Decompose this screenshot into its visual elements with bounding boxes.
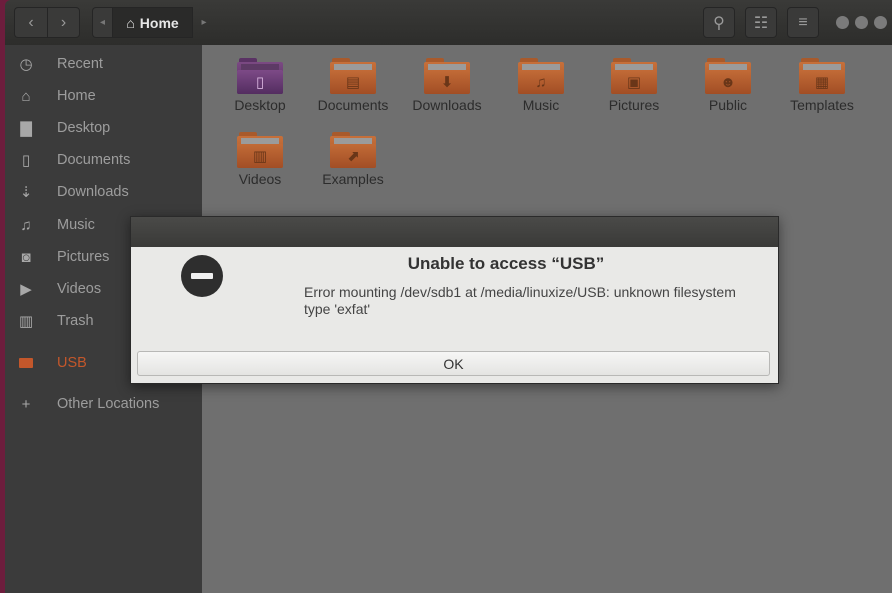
folder-documents[interactable]: ▤ Documents (306, 58, 400, 113)
folder-music[interactable]: ♫ Music (494, 58, 588, 113)
sidebar-item-home[interactable]: ⌂ Home (5, 81, 202, 111)
folder-videos[interactable]: ▥ Videos (213, 132, 307, 187)
close-button[interactable] (874, 16, 887, 29)
sidebar-item-label: USB (57, 355, 87, 371)
back-button[interactable]: ‹ (14, 7, 47, 38)
maximize-button[interactable] (855, 16, 868, 29)
file-label: Templates (790, 97, 854, 113)
folder-downloads[interactable]: ⬇ Downloads (400, 58, 494, 113)
file-label: Desktop (234, 97, 286, 113)
chevron-left-icon: ‹ (28, 13, 34, 31)
folder-icon: ▯ (237, 58, 283, 94)
view-options-button[interactable]: ☷ (745, 7, 777, 38)
drive-icon (16, 355, 36, 372)
folder-pictures[interactable]: ▣ Pictures (587, 58, 681, 113)
menu-button[interactable]: ≡ (787, 7, 819, 38)
folder-icon: ☻ (705, 58, 751, 94)
sidebar-item-label: Pictures (57, 249, 110, 265)
file-label: Music (522, 97, 560, 113)
path-scroll-right-button[interactable]: ▸ (195, 7, 213, 38)
file-label: Public (708, 97, 748, 113)
file-label: Pictures (608, 97, 660, 113)
sidebar-item-desktop[interactable]: ▇ Desktop (5, 113, 202, 143)
file-label: Videos (238, 171, 282, 187)
download-icon: ⇣ (19, 184, 33, 201)
sidebar-item-label: Videos (57, 281, 102, 297)
clock-icon: ◷ (19, 56, 33, 73)
path-home-button[interactable]: ⌂ Home (112, 7, 193, 38)
sidebar-item-label: Music (57, 217, 95, 233)
folder-icon: ▇ (20, 120, 32, 137)
file-label: Downloads (412, 97, 482, 113)
ok-button[interactable]: OK (137, 351, 770, 376)
music-icon: ♫ (20, 216, 32, 234)
path-scroll-left-button[interactable]: ◂ (92, 7, 112, 38)
folder-icon: ▤ (330, 58, 376, 94)
arrow-right-icon: ▸ (201, 17, 207, 28)
search-icon: ⚲ (713, 14, 725, 32)
document-icon: ▯ (21, 152, 31, 169)
sidebar-item-label: Trash (57, 313, 94, 329)
chevron-right-icon: › (60, 13, 67, 31)
home-icon: ⌂ (21, 87, 31, 105)
folder-icon: ▦ (799, 58, 845, 94)
video-icon: ▶ (20, 281, 32, 298)
sidebar-item-label: Documents (57, 152, 131, 168)
folder-templates[interactable]: ▦ Templates (775, 58, 869, 113)
list-view-icon: ☷ (753, 14, 769, 32)
file-label: Examples (322, 171, 384, 187)
search-button[interactable]: ⚲ (703, 7, 735, 38)
folder-desktop[interactable]: ▯ Desktop (213, 58, 307, 113)
path-home-label: Home (139, 14, 179, 31)
dialog-title: Unable to access “USB” (407, 254, 605, 273)
sidebar-item-recent[interactable]: ◷ Recent (5, 49, 202, 79)
error-dialog: Unable to access “USB” Error mounting /d… (130, 216, 779, 384)
sidebar-item-label: Other Locations (57, 396, 160, 412)
trash-icon: ▥ (18, 313, 34, 330)
folder-examples[interactable]: ⬈ Examples (306, 132, 400, 187)
sidebar-item-downloads[interactable]: ⇣ Downloads (5, 177, 202, 207)
sidebar-item-label: Home (57, 88, 96, 104)
folder-icon: ⬇ (424, 58, 470, 94)
error-icon (181, 255, 223, 297)
home-icon: ⌂ (126, 14, 135, 31)
folder-icon: ▥ (237, 132, 283, 168)
camera-icon: ◙ (21, 248, 31, 266)
sidebar-item-label: Downloads (57, 184, 129, 200)
folder-icon: ⬈ (330, 132, 376, 168)
dialog-titlebar (131, 217, 778, 247)
sidebar-item-label: Recent (57, 56, 103, 72)
minimize-button[interactable] (836, 16, 849, 29)
sidebar-item-label: Desktop (57, 120, 111, 136)
sidebar-item-documents[interactable]: ▯ Documents (5, 145, 202, 175)
hamburger-menu-icon: ≡ (798, 13, 808, 31)
forward-button[interactable]: › (47, 7, 80, 38)
folder-icon: ♫ (518, 58, 564, 94)
file-label: Documents (317, 97, 389, 113)
header-bar: ‹ › ◂ ⌂ Home ▸ ⚲ ☷ ≡ (5, 0, 892, 46)
dialog-message: Error mounting /dev/sdb1 at /media/linux… (304, 284, 736, 317)
folder-icon: ▣ (611, 58, 657, 94)
plus-icon: + (21, 395, 31, 413)
arrow-left-icon: ◂ (99, 17, 106, 28)
sidebar-item-other-locations[interactable]: + Other Locations (5, 389, 202, 419)
folder-public[interactable]: ☻ Public (681, 58, 775, 113)
